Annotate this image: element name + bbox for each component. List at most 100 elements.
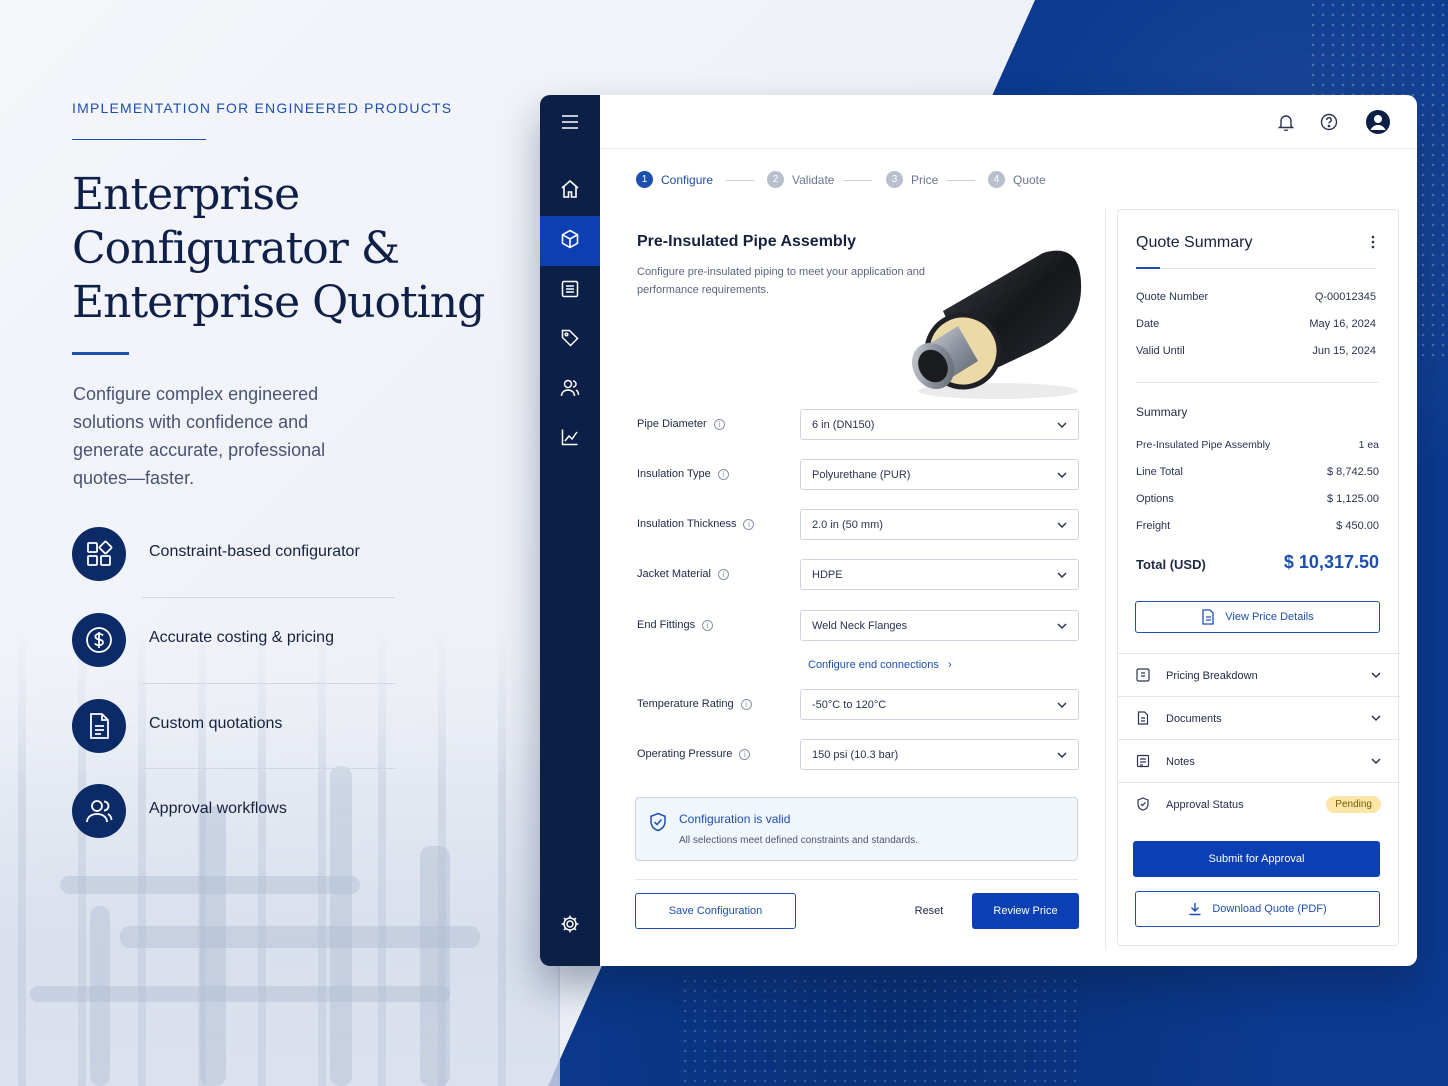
kv-value: $ 1,125.00 (1327, 493, 1379, 505)
total-value: $ 10,317.50 (1283, 552, 1379, 572)
document-icon (72, 699, 126, 753)
kv-key: Options (1136, 493, 1174, 505)
field-label: Jacket Material (637, 568, 711, 580)
select-value: 150 psi (10.3 bar) (812, 749, 899, 761)
step-connector (726, 180, 754, 181)
total-label: Total (USD) (1136, 557, 1206, 572)
field-insulation-type: Insulation Type i Polyurethane (PUR) (637, 459, 1080, 491)
title-accent (1136, 267, 1160, 269)
field-temperature-rating: Temperature Rating i -50°C to 120°C (637, 689, 1080, 721)
accordion-documents[interactable]: Documents (1118, 696, 1400, 739)
button-label: Download Quote (PDF) (1212, 903, 1327, 915)
step-label: Price (911, 172, 939, 187)
field-jacket-material: Jacket Material i HDPE (637, 559, 1080, 591)
accordion-label: Notes (1166, 756, 1195, 768)
document-icon (1137, 711, 1149, 725)
info-icon[interactable]: i (739, 748, 751, 760)
configure-end-connections-link[interactable]: Configure end connections › (808, 659, 952, 671)
chevron-right-icon: › (947, 659, 952, 671)
pipe-diameter-select[interactable]: 6 in (DN150) (800, 409, 1079, 440)
step-number: 3 (886, 171, 903, 188)
validation-subtitle: All selections meet defined constraints … (679, 835, 919, 846)
sidebar-item-settings[interactable] (540, 901, 600, 951)
help-icon[interactable] (1318, 111, 1340, 133)
accordion-pricing-breakdown[interactable]: Pricing Breakdown (1118, 653, 1400, 696)
save-configuration-button[interactable]: Save Configuration (635, 893, 796, 929)
step-price[interactable]: 3 Price (886, 171, 938, 188)
sidebar-item-pricing[interactable] (540, 315, 600, 365)
chevron-down-icon (1057, 422, 1067, 429)
menu-icon[interactable] (540, 97, 600, 147)
link-label: Configure end connections (808, 659, 939, 671)
download-icon (1189, 903, 1201, 916)
validation-message: Configuration is valid All selections me… (635, 797, 1078, 861)
operating-pressure-select[interactable]: 150 psi (10.3 bar) (800, 739, 1079, 770)
view-price-details-button[interactable]: View Price Details (1135, 601, 1380, 633)
home-icon (560, 179, 580, 204)
accordion-label: Pricing Breakdown (1166, 670, 1258, 682)
step-label: Quote (1013, 172, 1046, 187)
sidebar-item-customers[interactable] (540, 365, 600, 415)
insulation-thickness-select[interactable]: 2.0 in (50 mm) (800, 509, 1079, 540)
pipe-product-image (911, 250, 1082, 399)
sidebar-item-home[interactable] (540, 166, 600, 216)
field-label: Temperature Rating (637, 698, 734, 710)
step-label: Configure (661, 172, 714, 187)
step-validate[interactable]: 2 Validate (767, 171, 834, 188)
more-options-icon[interactable] (1370, 234, 1376, 250)
jacket-material-select[interactable]: HDPE (800, 559, 1079, 590)
download-quote-button[interactable]: Download Quote (PDF) (1135, 891, 1380, 927)
section-divider (1136, 382, 1379, 383)
info-icon[interactable]: i (743, 518, 755, 530)
end-fittings-select[interactable]: Weld Neck Flanges (800, 610, 1079, 641)
chevron-down-icon (1371, 758, 1381, 765)
dollar-circle-icon (72, 613, 126, 667)
step-number: 4 (988, 171, 1005, 188)
info-icon[interactable]: i (702, 619, 714, 631)
info-icon[interactable]: i (717, 468, 729, 480)
status-badge: Pending (1326, 796, 1381, 813)
title-rule (1136, 268, 1376, 269)
step-configure[interactable]: 1 Configure (636, 171, 713, 188)
feature-constraint-configurator: Constraint-based configurator (72, 527, 397, 583)
step-connector (947, 180, 975, 181)
quote-summary-panel: Quote Summary Quote Number Q-00012345 Da… (1117, 209, 1400, 946)
dot-pattern-bottom (680, 976, 1080, 1086)
accordion-label: Documents (1166, 713, 1222, 725)
accordion-notes[interactable]: Notes (1118, 739, 1400, 782)
grid-blocks-icon (72, 527, 126, 581)
insulation-type-select[interactable]: Polyurethane (PUR) (800, 459, 1079, 490)
sidebar-item-quotes[interactable] (540, 266, 600, 316)
select-value: HDPE (812, 569, 843, 581)
headline-line: Enterprise Quoting (72, 277, 485, 328)
field-label: Operating Pressure (637, 748, 733, 760)
eyebrow-rule (72, 139, 206, 140)
kv-key: Line Total (1136, 466, 1183, 478)
step-label: Validate (792, 172, 835, 187)
industrial-plant-image (0, 626, 560, 1086)
submit-for-approval-button[interactable]: Submit for Approval (1133, 841, 1380, 877)
feature-label: Approval workflows (149, 800, 287, 817)
account-icon[interactable] (1365, 109, 1391, 135)
info-icon[interactable]: i (717, 568, 729, 580)
sidebar-item-analytics[interactable] (540, 414, 600, 464)
feature-custom-quotations: Custom quotations (72, 699, 397, 755)
step-quote[interactable]: 4 Quote (988, 171, 1046, 188)
summary-heading: Summary (1136, 405, 1188, 419)
sidebar-item-configurator[interactable] (540, 216, 600, 266)
button-label: View Price Details (1225, 611, 1314, 623)
info-icon[interactable]: i (713, 418, 725, 430)
reset-button[interactable]: Reset (899, 893, 959, 929)
kv-key: Pre-Insulated Pipe Assembly (1136, 439, 1271, 451)
info-icon[interactable]: i (740, 698, 752, 710)
review-price-button[interactable]: Review Price (972, 893, 1079, 929)
kv-key: Freight (1136, 520, 1171, 532)
bell-icon[interactable] (1275, 111, 1297, 133)
temperature-rating-select[interactable]: -50°C to 120°C (800, 689, 1079, 720)
chevron-down-icon (1057, 623, 1067, 630)
kv-value: 1 ea (1358, 439, 1379, 451)
sidebar-nav (540, 95, 600, 966)
chevron-down-icon (1371, 715, 1381, 722)
step-number: 1 (636, 171, 653, 188)
field-pipe-diameter: Pipe Diameter i 6 in (DN150) (637, 409, 1080, 441)
